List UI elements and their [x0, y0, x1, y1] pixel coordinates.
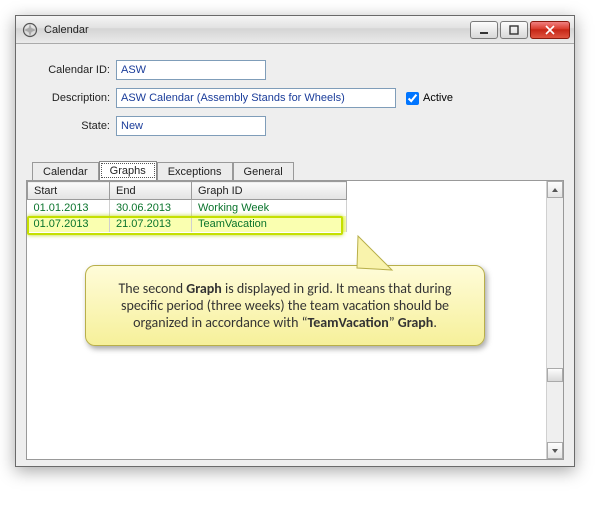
state-input[interactable]	[116, 116, 266, 136]
scroll-track[interactable]	[547, 198, 563, 442]
tab-panel-graphs: Start End Graph ID 01.01.2013 30.06.2013…	[26, 180, 564, 460]
calendar-id-input[interactable]	[116, 60, 266, 80]
tab-general[interactable]: General	[233, 162, 294, 181]
callout-text: The second Graph is displayed in grid. I…	[118, 280, 451, 331]
vertical-scrollbar[interactable]	[546, 181, 563, 459]
maximize-button[interactable]	[500, 21, 528, 39]
active-label: Active	[423, 92, 453, 104]
cell-end[interactable]: 30.06.2013	[110, 200, 192, 216]
graphs-grid[interactable]: Start End Graph ID 01.01.2013 30.06.2013…	[27, 181, 347, 232]
scroll-down-button[interactable]	[547, 442, 563, 459]
description-input[interactable]	[116, 88, 396, 108]
tab-calendar[interactable]: Calendar	[32, 162, 99, 181]
cell-graphid[interactable]: Working Week	[192, 200, 347, 216]
grid-wrap: Start End Graph ID 01.01.2013 30.06.2013…	[27, 181, 546, 459]
table-row[interactable]: 01.07.2013 21.07.2013 TeamVacation	[28, 216, 347, 232]
annotation-callout: The second Graph is displayed in grid. I…	[85, 265, 485, 346]
table-row[interactable]: 01.01.2013 30.06.2013 Working Week	[28, 200, 347, 216]
window-title: Calendar	[44, 24, 89, 36]
chevron-down-icon	[551, 447, 559, 455]
grid-header-row: Start End Graph ID	[28, 182, 347, 200]
scroll-up-button[interactable]	[547, 181, 563, 198]
close-button[interactable]	[530, 21, 570, 39]
cell-end[interactable]: 21.07.2013	[110, 216, 192, 232]
col-start[interactable]: Start	[28, 182, 110, 200]
chevron-up-icon	[551, 186, 559, 194]
cell-start[interactable]: 01.07.2013	[28, 216, 110, 232]
window-controls	[470, 21, 570, 39]
titlebar: Calendar	[16, 16, 574, 44]
tab-graphs[interactable]: Graphs	[99, 161, 157, 180]
tab-exceptions[interactable]: Exceptions	[157, 162, 233, 181]
scroll-thumb[interactable]	[547, 368, 563, 382]
calendar-id-label: Calendar ID:	[36, 64, 116, 76]
tabs-bar: Calendar Graphs Exceptions General	[26, 158, 564, 180]
minimize-button[interactable]	[470, 21, 498, 39]
col-graphid[interactable]: Graph ID	[192, 182, 347, 200]
cell-start[interactable]: 01.01.2013	[28, 200, 110, 216]
col-end[interactable]: End	[110, 182, 192, 200]
header-form: Calendar ID: Description: Active State:	[26, 52, 564, 158]
description-label: Description:	[36, 92, 116, 104]
active-checkbox-wrap[interactable]: Active	[406, 92, 453, 105]
calendar-window: Calendar Calendar ID: Description:	[15, 15, 575, 467]
cell-graphid[interactable]: TeamVacation	[192, 216, 347, 232]
app-icon	[22, 22, 38, 38]
client-area: Calendar ID: Description: Active State: …	[16, 44, 574, 466]
callout-tail-icon	[356, 234, 416, 274]
state-label: State:	[36, 120, 116, 132]
active-checkbox[interactable]	[406, 92, 419, 105]
